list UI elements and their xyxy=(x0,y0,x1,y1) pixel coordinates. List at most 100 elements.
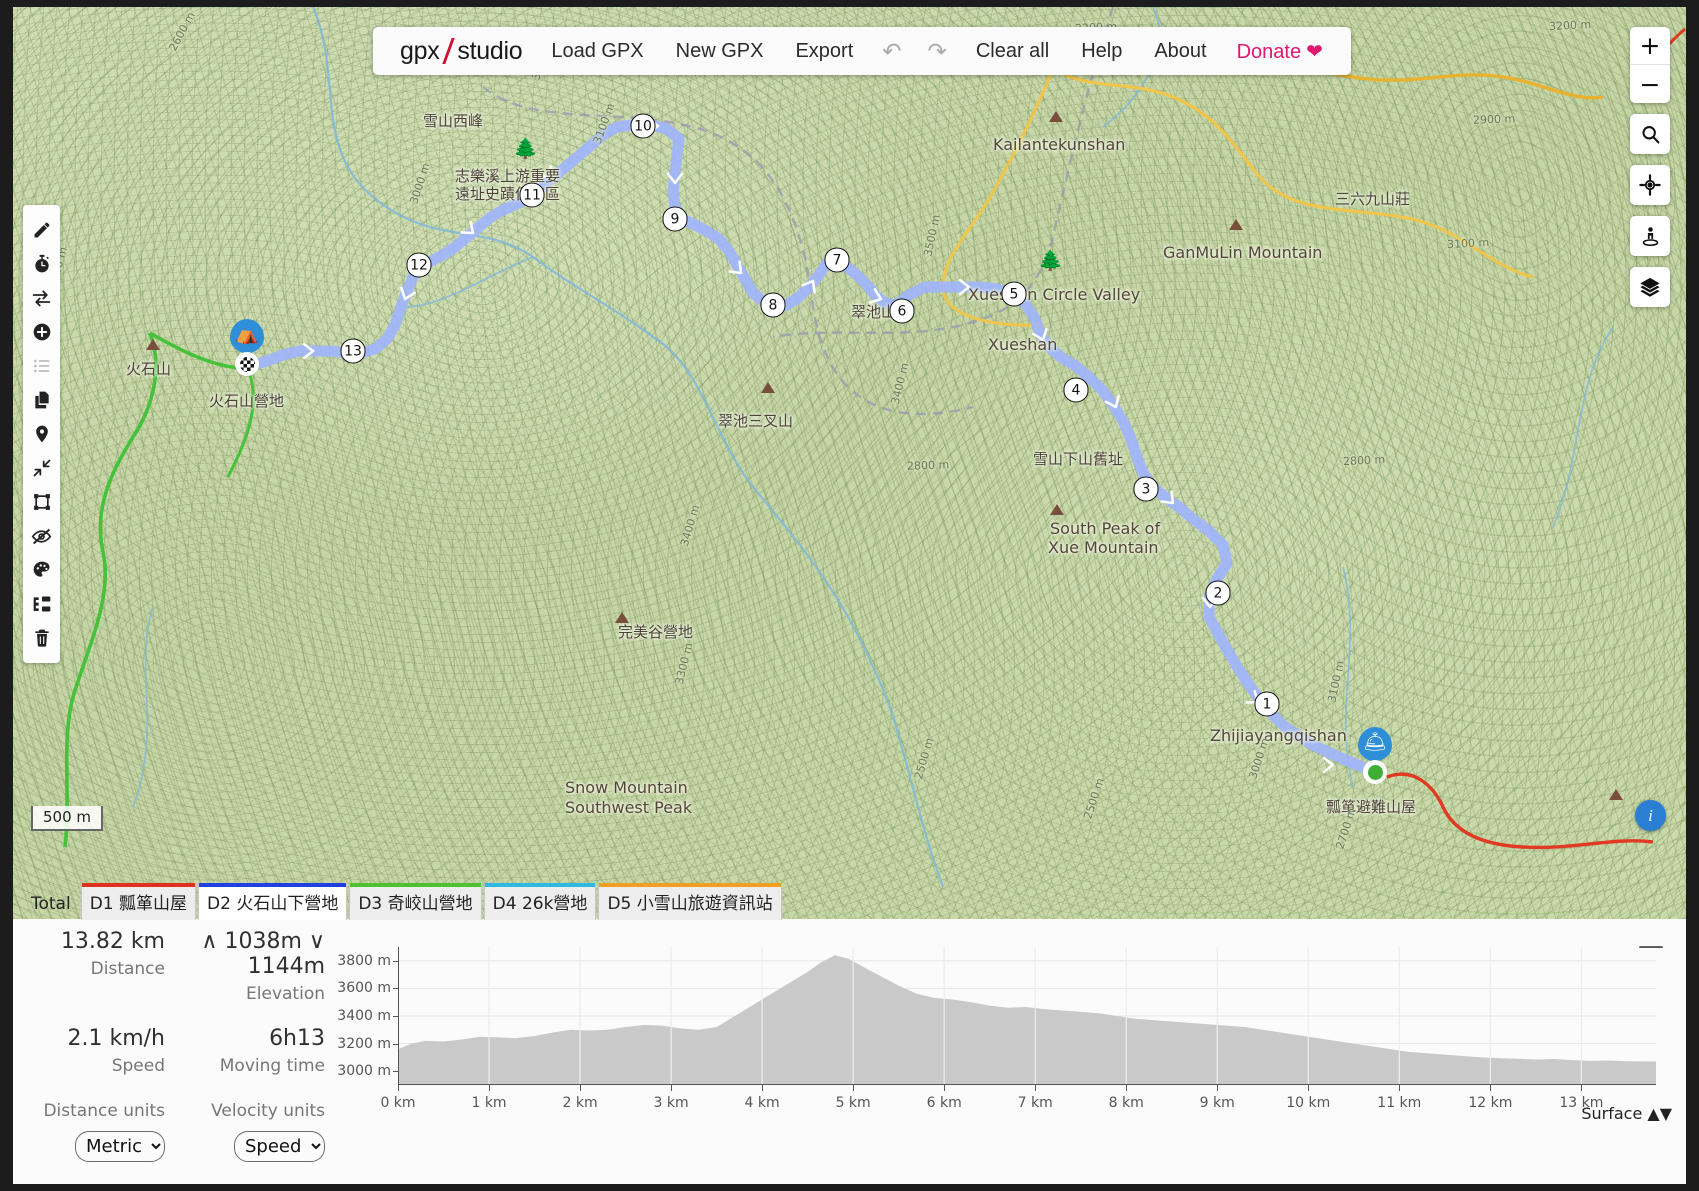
contour-elevation-label: 2800 m xyxy=(1342,452,1386,469)
elevation-gain: 1038m xyxy=(224,929,302,954)
eye-slash-icon[interactable] xyxy=(26,519,57,553)
trace-tab-4[interactable]: D4 26k營地 xyxy=(483,883,597,920)
distance-value: 13.82 km xyxy=(60,929,165,954)
x-tick-mark xyxy=(853,1085,855,1091)
menu-item-export[interactable]: Export xyxy=(779,34,869,69)
y-tick-label: 3400 m xyxy=(337,1008,391,1024)
main-menu-bar: gpx studio Load GPX New GPX Export ↶ ↷ C… xyxy=(373,27,1351,75)
y-tick-mark xyxy=(393,1043,399,1045)
x-tick-label: 11 km xyxy=(1377,1095,1422,1111)
forest-icon: 🌲 xyxy=(513,138,538,160)
tree-structure-icon[interactable] xyxy=(26,587,57,621)
y-tick-mark xyxy=(393,1016,399,1017)
x-tick-mark xyxy=(1308,1085,1310,1091)
heart-icon: ❤ xyxy=(1306,40,1323,63)
search-icon[interactable] xyxy=(1630,114,1670,154)
menu-item-about[interactable]: About xyxy=(1138,34,1222,69)
draw-pencil-icon[interactable] xyxy=(26,213,57,247)
peak-marker-icon xyxy=(146,339,160,350)
surface-toggle[interactable]: Surface ▲▼ xyxy=(1581,1104,1672,1123)
zoom-out-button[interactable]: − xyxy=(1630,65,1670,103)
x-tick-label: 0 km xyxy=(380,1095,416,1111)
stats-row-units: Distance units Metric Velocity units Spe… xyxy=(13,1096,333,1162)
x-tick-label: 2 km xyxy=(562,1095,598,1111)
trace-tab-2[interactable]: D2 火石山下營地 xyxy=(198,883,348,920)
velocity-units-select[interactable]: Speed xyxy=(234,1131,325,1162)
map-features xyxy=(63,7,1686,888)
surface-down-icon[interactable]: ▼ xyxy=(1660,1104,1672,1123)
speed-cell: 2.1 km/h Speed xyxy=(13,1026,173,1076)
logo-text-gpx: gpx xyxy=(400,36,440,65)
elevation-cell: ∧ 1038m ∨ 1144m Elevation xyxy=(173,929,333,1004)
crosshair-icon[interactable] xyxy=(1630,165,1670,205)
collapse-panel-button[interactable]: — xyxy=(1638,933,1664,959)
peak-marker-icon xyxy=(761,382,775,393)
x-tick-label: 8 km xyxy=(1108,1095,1144,1111)
trace-tab-label: D4 26k營地 xyxy=(492,894,588,914)
add-circle-icon[interactable] xyxy=(26,315,57,349)
palette-icon[interactable] xyxy=(26,553,57,587)
menu-item-help[interactable]: Help xyxy=(1065,34,1138,69)
menu-item-clear-all[interactable]: Clear all xyxy=(960,34,1065,69)
elevation-loss: 1144m xyxy=(247,954,325,979)
x-tick-mark xyxy=(1035,1085,1037,1091)
elevation-area-series xyxy=(398,955,1656,1085)
layers-icon[interactable] xyxy=(1630,267,1670,307)
y-tick-label: 3000 m xyxy=(337,1063,391,1080)
donate-button[interactable]: Donate ❤ xyxy=(1223,33,1337,70)
x-tick-label: 5 km xyxy=(835,1095,871,1111)
x-tick-label: 1 km xyxy=(471,1095,507,1111)
stats-row-secondary: 2.1 km/h Speed 6h13 Moving time xyxy=(13,1026,333,1076)
reduce-arrows-icon[interactable] xyxy=(26,451,57,485)
elevation-profile-chart[interactable]: — 3800 m 3600 m 3400 m 3200 m 3000 m 0 km 1 k… xyxy=(333,919,1686,1123)
duplicate-icon[interactable] xyxy=(26,383,57,417)
x-tick-label: 9 km xyxy=(1199,1095,1235,1111)
peak-marker-icon xyxy=(1050,504,1064,515)
elevation-label: Elevation xyxy=(246,984,325,1004)
statistics-panel: 13.82 km Distance ∧ 1038m ∨ 1144m Elevat… xyxy=(13,929,333,1162)
trace-tab-0[interactable]: Total xyxy=(23,889,79,920)
zoom-in-button[interactable]: + xyxy=(1630,27,1670,65)
y-tick-mark xyxy=(393,960,399,962)
trash-icon[interactable] xyxy=(26,621,57,655)
tab-color-bar xyxy=(484,883,596,887)
distance-label: Distance xyxy=(90,959,165,979)
stopwatch-icon[interactable] xyxy=(26,247,57,281)
map-pin-icon[interactable] xyxy=(26,417,57,451)
reverse-arrows-icon[interactable] xyxy=(26,281,57,315)
stats-row-primary: 13.82 km Distance ∧ 1038m ∨ 1144m Elevat… xyxy=(13,929,333,1004)
x-tick-mark xyxy=(762,1085,764,1091)
peak-marker-icon xyxy=(1049,111,1063,122)
menu-item-load-gpx[interactable]: Load GPX xyxy=(535,34,659,69)
plot-area[interactable]: 3800 m 3600 m 3400 m 3200 m 3000 m 0 km 1 km 2… xyxy=(337,947,1656,1111)
bottom-panel: 13.82 km Distance ∧ 1038m ∨ 1144m Elevat… xyxy=(13,919,1686,1184)
tab-color-bar xyxy=(81,883,196,887)
gpx-studio-logo[interactable]: gpx studio xyxy=(387,37,535,66)
trace-tab-5[interactable]: D5 小雪山旅遊資訊站 xyxy=(598,883,782,920)
x-tick-mark xyxy=(1126,1085,1128,1091)
elevation-value: ∧ 1038m ∨ 1144m xyxy=(173,929,325,979)
moving-time-label: Moving time xyxy=(219,1056,325,1076)
velocity-units-cell: Velocity units Speed xyxy=(173,1096,333,1162)
peak-marker-icon xyxy=(1229,219,1243,230)
moving-time-cell: 6h13 Moving time xyxy=(173,1026,333,1076)
map-canvas[interactable]: 1 2 3 4 5 6 7 8 9 10 11 12 13 🛎 ⛺ Kailantekunshan GanMu… xyxy=(13,7,1686,919)
elevation-down-icon: ∨ xyxy=(308,929,325,954)
menu-item-new-gpx[interactable]: New GPX xyxy=(660,34,780,69)
x-tick-mark xyxy=(1581,1085,1583,1091)
redo-icon[interactable]: ↷ xyxy=(915,36,960,67)
trace-tab-1[interactable]: D1 瓢箪山屋 xyxy=(80,883,197,920)
list-icon[interactable] xyxy=(26,349,57,383)
distance-units-select[interactable]: Metric xyxy=(75,1131,165,1162)
distance-units-label: Distance units xyxy=(43,1101,165,1121)
x-tick-mark xyxy=(1217,1085,1219,1091)
undo-icon[interactable]: ↶ xyxy=(869,36,914,67)
trace-tab-label: Total xyxy=(31,894,71,914)
map-info-button[interactable]: i xyxy=(1635,800,1666,831)
contour-elevation-label: 3200 m xyxy=(1548,17,1592,34)
contour-elevation-label: 3100 m xyxy=(1446,235,1490,252)
trace-tab-3[interactable]: D3 奇峧山營地 xyxy=(349,883,482,920)
crop-icon[interactable] xyxy=(26,485,57,519)
street-view-icon[interactable] xyxy=(1630,216,1670,256)
surface-up-icon[interactable]: ▲ xyxy=(1647,1104,1659,1123)
